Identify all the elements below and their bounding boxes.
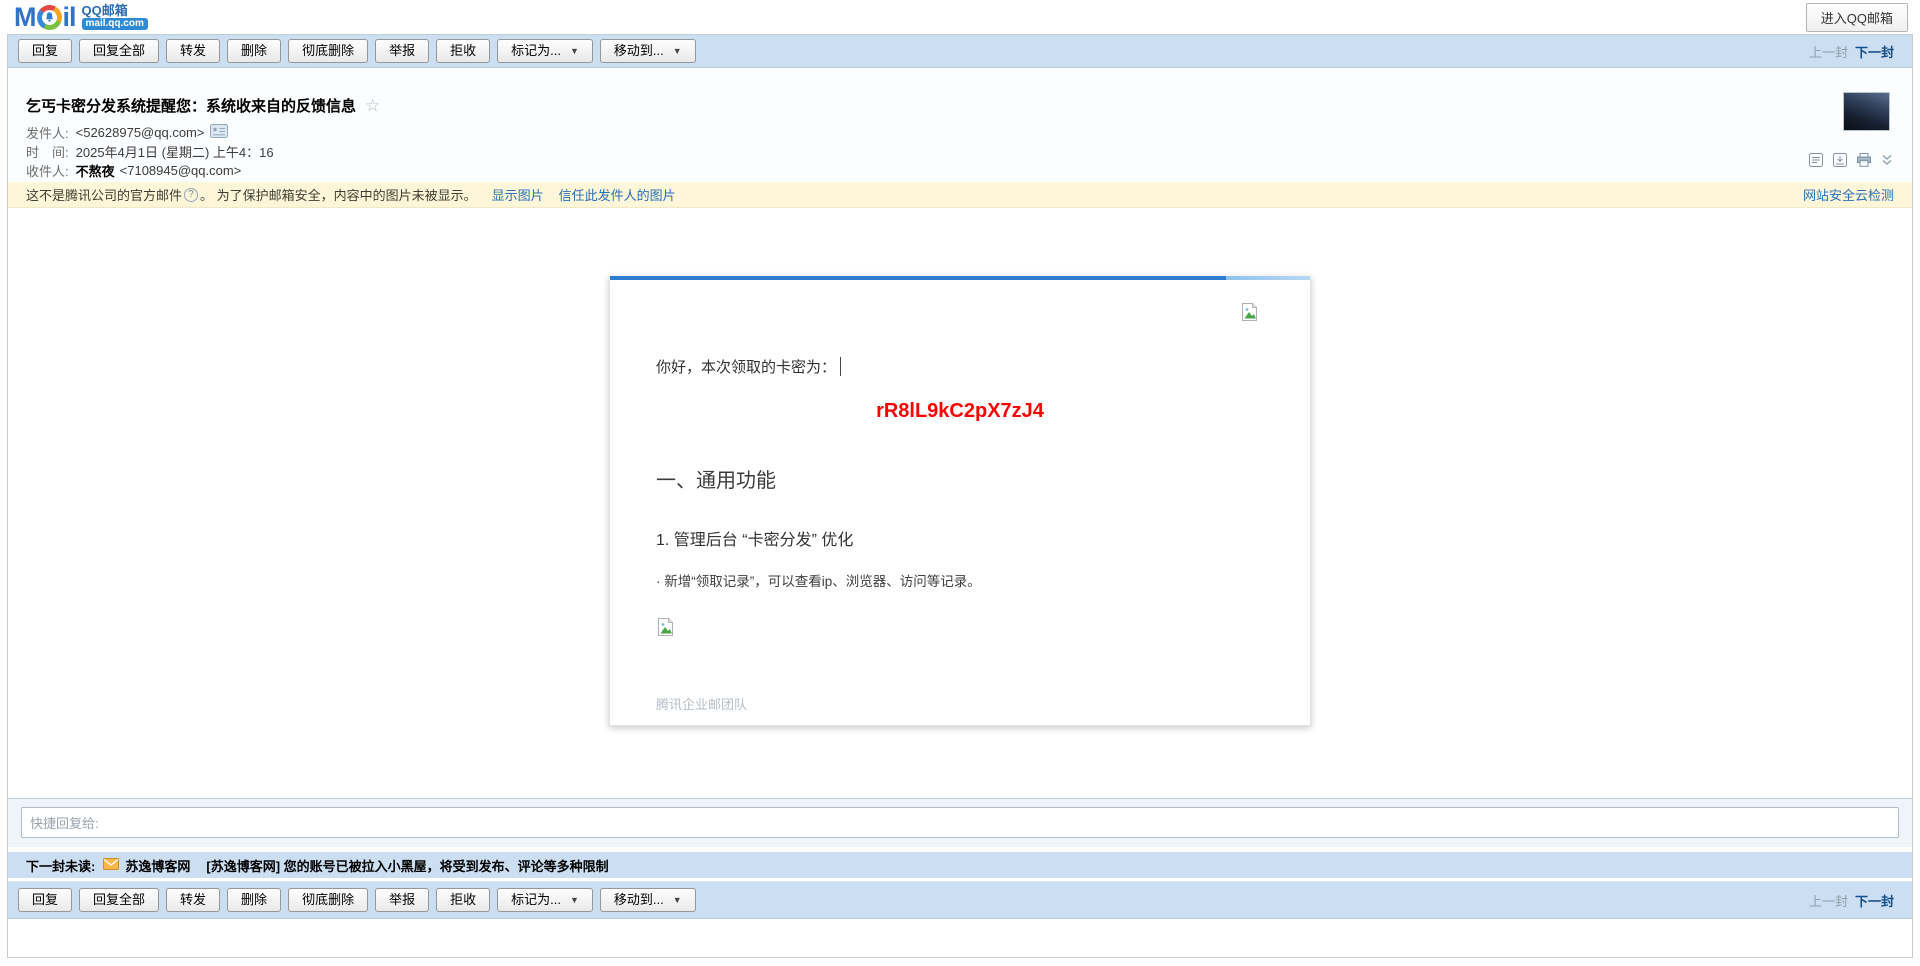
next-unread-bar[interactable]: 下一封未读: 苏逸博客网 [苏逸博客网] 您的账号已被拉入小黑屋，将受到发布、评… [8,852,1912,878]
next-mail-link[interactable]: 下一封 [1855,42,1894,61]
toolbar-top: 回复回复全部转发删除彻底删除举报拒收 标记为...▼ 移动到...▼ 上一封 下一… [8,35,1912,68]
recipient-name[interactable]: 不熬夜 [76,161,115,180]
mail-meta: 发件人: <52628975@qq.com> 时 间: 2025年4月1日 (星… [26,123,1894,180]
mail-subject: 乞丐卡密分发系统提醒您：系统收来自的反馈信息 [26,95,356,116]
prev-mail-link[interactable]: 上一封 [1809,42,1848,61]
help-icon[interactable]: ? [184,188,198,202]
quick-reply-input[interactable] [21,807,1899,838]
toolbar-dropdown-button[interactable]: 标记为...▼ [497,39,593,63]
toolbar-button[interactable]: 彻底删除 [288,888,368,912]
bottom-whitespace [8,919,1912,957]
time-value: 2025年4月1日 (星期二) 上午4：16 [76,142,274,161]
greeting-line: 你好，本次领取的卡密为： [656,356,1264,377]
security-warning-bar: 这不是腾讯公司的官方邮件 ? 。 为了保护邮箱安全，内容中的图片未被显示。 显示… [8,182,1912,208]
toolbar-button[interactable]: 转发 [166,39,220,63]
section-title: 一、通用功能 [656,464,1264,493]
from-address[interactable]: <52628975@qq.com> [76,125,205,140]
toolbar-dropdowns: 标记为...▼ 移动到...▼ [497,888,696,912]
toolbar-button[interactable]: 举报 [375,888,429,912]
toolbar-button[interactable]: 举报 [375,39,429,63]
next-unread-subject[interactable]: [苏逸博客网] 您的账号已被拉入小黑屋，将受到发布、评论等多种限制 [206,856,608,875]
star-icon[interactable]: ☆ [365,98,380,113]
card-accent-bar [610,276,1310,280]
toolbar-button[interactable]: 删除 [227,888,281,912]
logo-ring-icon [37,5,62,30]
site-security-scan-link[interactable]: 网站安全云检测 [1803,185,1894,204]
expand-more-icon[interactable] [1880,152,1894,168]
note-icon[interactable] [1808,152,1824,168]
caret-down-icon: ▼ [570,892,579,908]
card-inner: 你好，本次领取的卡密为： rR8lL9kC2pX7zJ4 一、通用功能 1. 管… [610,356,1310,713]
logo-letters-il: il [63,4,76,31]
subject-row: 乞丐卡密分发系统提醒您：系统收来自的反馈信息 ☆ [26,68,1894,116]
toolbar-button[interactable]: 回复全部 [79,39,159,63]
logo-domain-pill: mail.qq.com [82,18,148,30]
card-code-value: rR8lL9kC2pX7zJ4 [656,400,1264,423]
toolbar-dropdown-button[interactable]: 标记为...▼ [497,888,593,912]
qqmail-logo[interactable]: M il QQ邮箱 mail.qq.com [14,4,148,31]
mail-pager-bottom: 上一封 下一封 [1809,891,1902,910]
sender-avatar[interactable] [1843,92,1890,131]
toolbar-dropdown-button[interactable]: 移动到...▼ [600,888,696,912]
bell-icon [37,5,62,30]
prev-mail-link[interactable]: 上一封 [1809,891,1848,910]
quick-reply-section [8,798,1912,847]
next-mail-link[interactable]: 下一封 [1855,891,1894,910]
mail-action-icons [1808,152,1894,168]
time-row: 时 间: 2025年4月1日 (星期二) 上午4：16 [26,142,1894,161]
recipient-address[interactable]: <7108945@qq.com> [120,163,242,178]
logo-letter-m: M [14,4,36,31]
broken-image-icon [1240,302,1260,327]
toolbar-buttons: 回复回复全部转发删除彻底删除举报拒收 [18,39,490,63]
logo-product-name: QQ邮箱 [82,4,148,17]
from-label: 发件人: [26,123,69,142]
toolbar-button[interactable]: 彻底删除 [288,39,368,63]
from-row: 发件人: <52628975@qq.com> [26,123,1894,142]
warning-text-1: 这不是腾讯公司的官方邮件 [26,185,182,204]
caret-down-icon: ▼ [673,43,682,59]
mail-reader-frame: 回复回复全部转发删除彻底删除举报拒收 标记为...▼移动到...▼ 上一封 下一… [7,34,1913,958]
caret-down-icon: ▼ [673,892,682,908]
broken-image-icon [656,617,1264,642]
toolbar-button[interactable]: 拒收 [436,39,490,63]
toolbar-button[interactable]: 删除 [227,39,281,63]
next-unread-label: 下一封未读: [26,856,95,875]
save-icon[interactable] [1832,152,1848,168]
text-cursor [840,357,841,376]
trust-sender-link[interactable]: 信任此发件人的图片 [559,185,676,204]
feature-item-detail: · 新增“领取记录”，可以查看ip、浏览器、访问等记录。 [656,570,1264,590]
toolbar-button[interactable]: 拒收 [436,888,490,912]
greeting-text: 你好，本次领取的卡密为： [656,356,836,377]
signature-text: 腾讯企业邮团队 [656,694,1264,713]
to-label: 收件人: [26,161,69,180]
mail-header: 乞丐卡密分发系统提醒您：系统收来自的反馈信息 ☆ 发件人: <52628975@… [8,68,1912,182]
mail-pager-top: 上一封 下一封 [1809,42,1902,61]
toolbar-dropdown-button[interactable]: 移动到...▼ [600,39,696,63]
to-row: 收件人: 不熬夜 <7108945@qq.com> [26,161,1894,180]
show-images-link[interactable]: 显示图片 [492,185,544,204]
toolbar-buttons: 回复回复全部转发删除彻底删除举报拒收 [18,888,490,912]
toolbar-dropdowns: 标记为...▼ 移动到...▼ [497,39,696,63]
mail-content-card: 你好，本次领取的卡密为： rR8lL9kC2pX7zJ4 一、通用功能 1. 管… [609,276,1311,726]
toolbar-button[interactable]: 回复全部 [79,888,159,912]
toolbar-button[interactable]: 转发 [166,888,220,912]
toolbar-button[interactable]: 回复 [18,888,72,912]
mail-body: 你好，本次领取的卡密为： rR8lL9kC2pX7zJ4 一、通用功能 1. 管… [8,208,1912,798]
caret-down-icon: ▼ [570,43,579,59]
next-unread-sender[interactable]: 苏逸博客网 [125,856,190,875]
time-label: 时 间: [26,142,69,161]
contact-card-icon[interactable] [210,124,228,141]
envelope-icon [103,858,119,873]
warning-text-2: 。 为了保护邮箱安全，内容中的图片未被显示。 [200,185,477,204]
print-icon[interactable] [1856,152,1872,168]
toolbar-bottom: 回复回复全部转发删除彻底删除举报拒收 标记为...▼ 移动到...▼ 上一封 下一… [8,881,1912,919]
top-header-bar: M il QQ邮箱 mail.qq.com 进入QQ邮箱 [0,0,1920,34]
toolbar-button[interactable]: 回复 [18,39,72,63]
feature-item-title: 1. 管理后台 “卡密分发” 优化 [656,526,1264,550]
enter-qqmail-button[interactable]: 进入QQ邮箱 [1806,3,1908,32]
